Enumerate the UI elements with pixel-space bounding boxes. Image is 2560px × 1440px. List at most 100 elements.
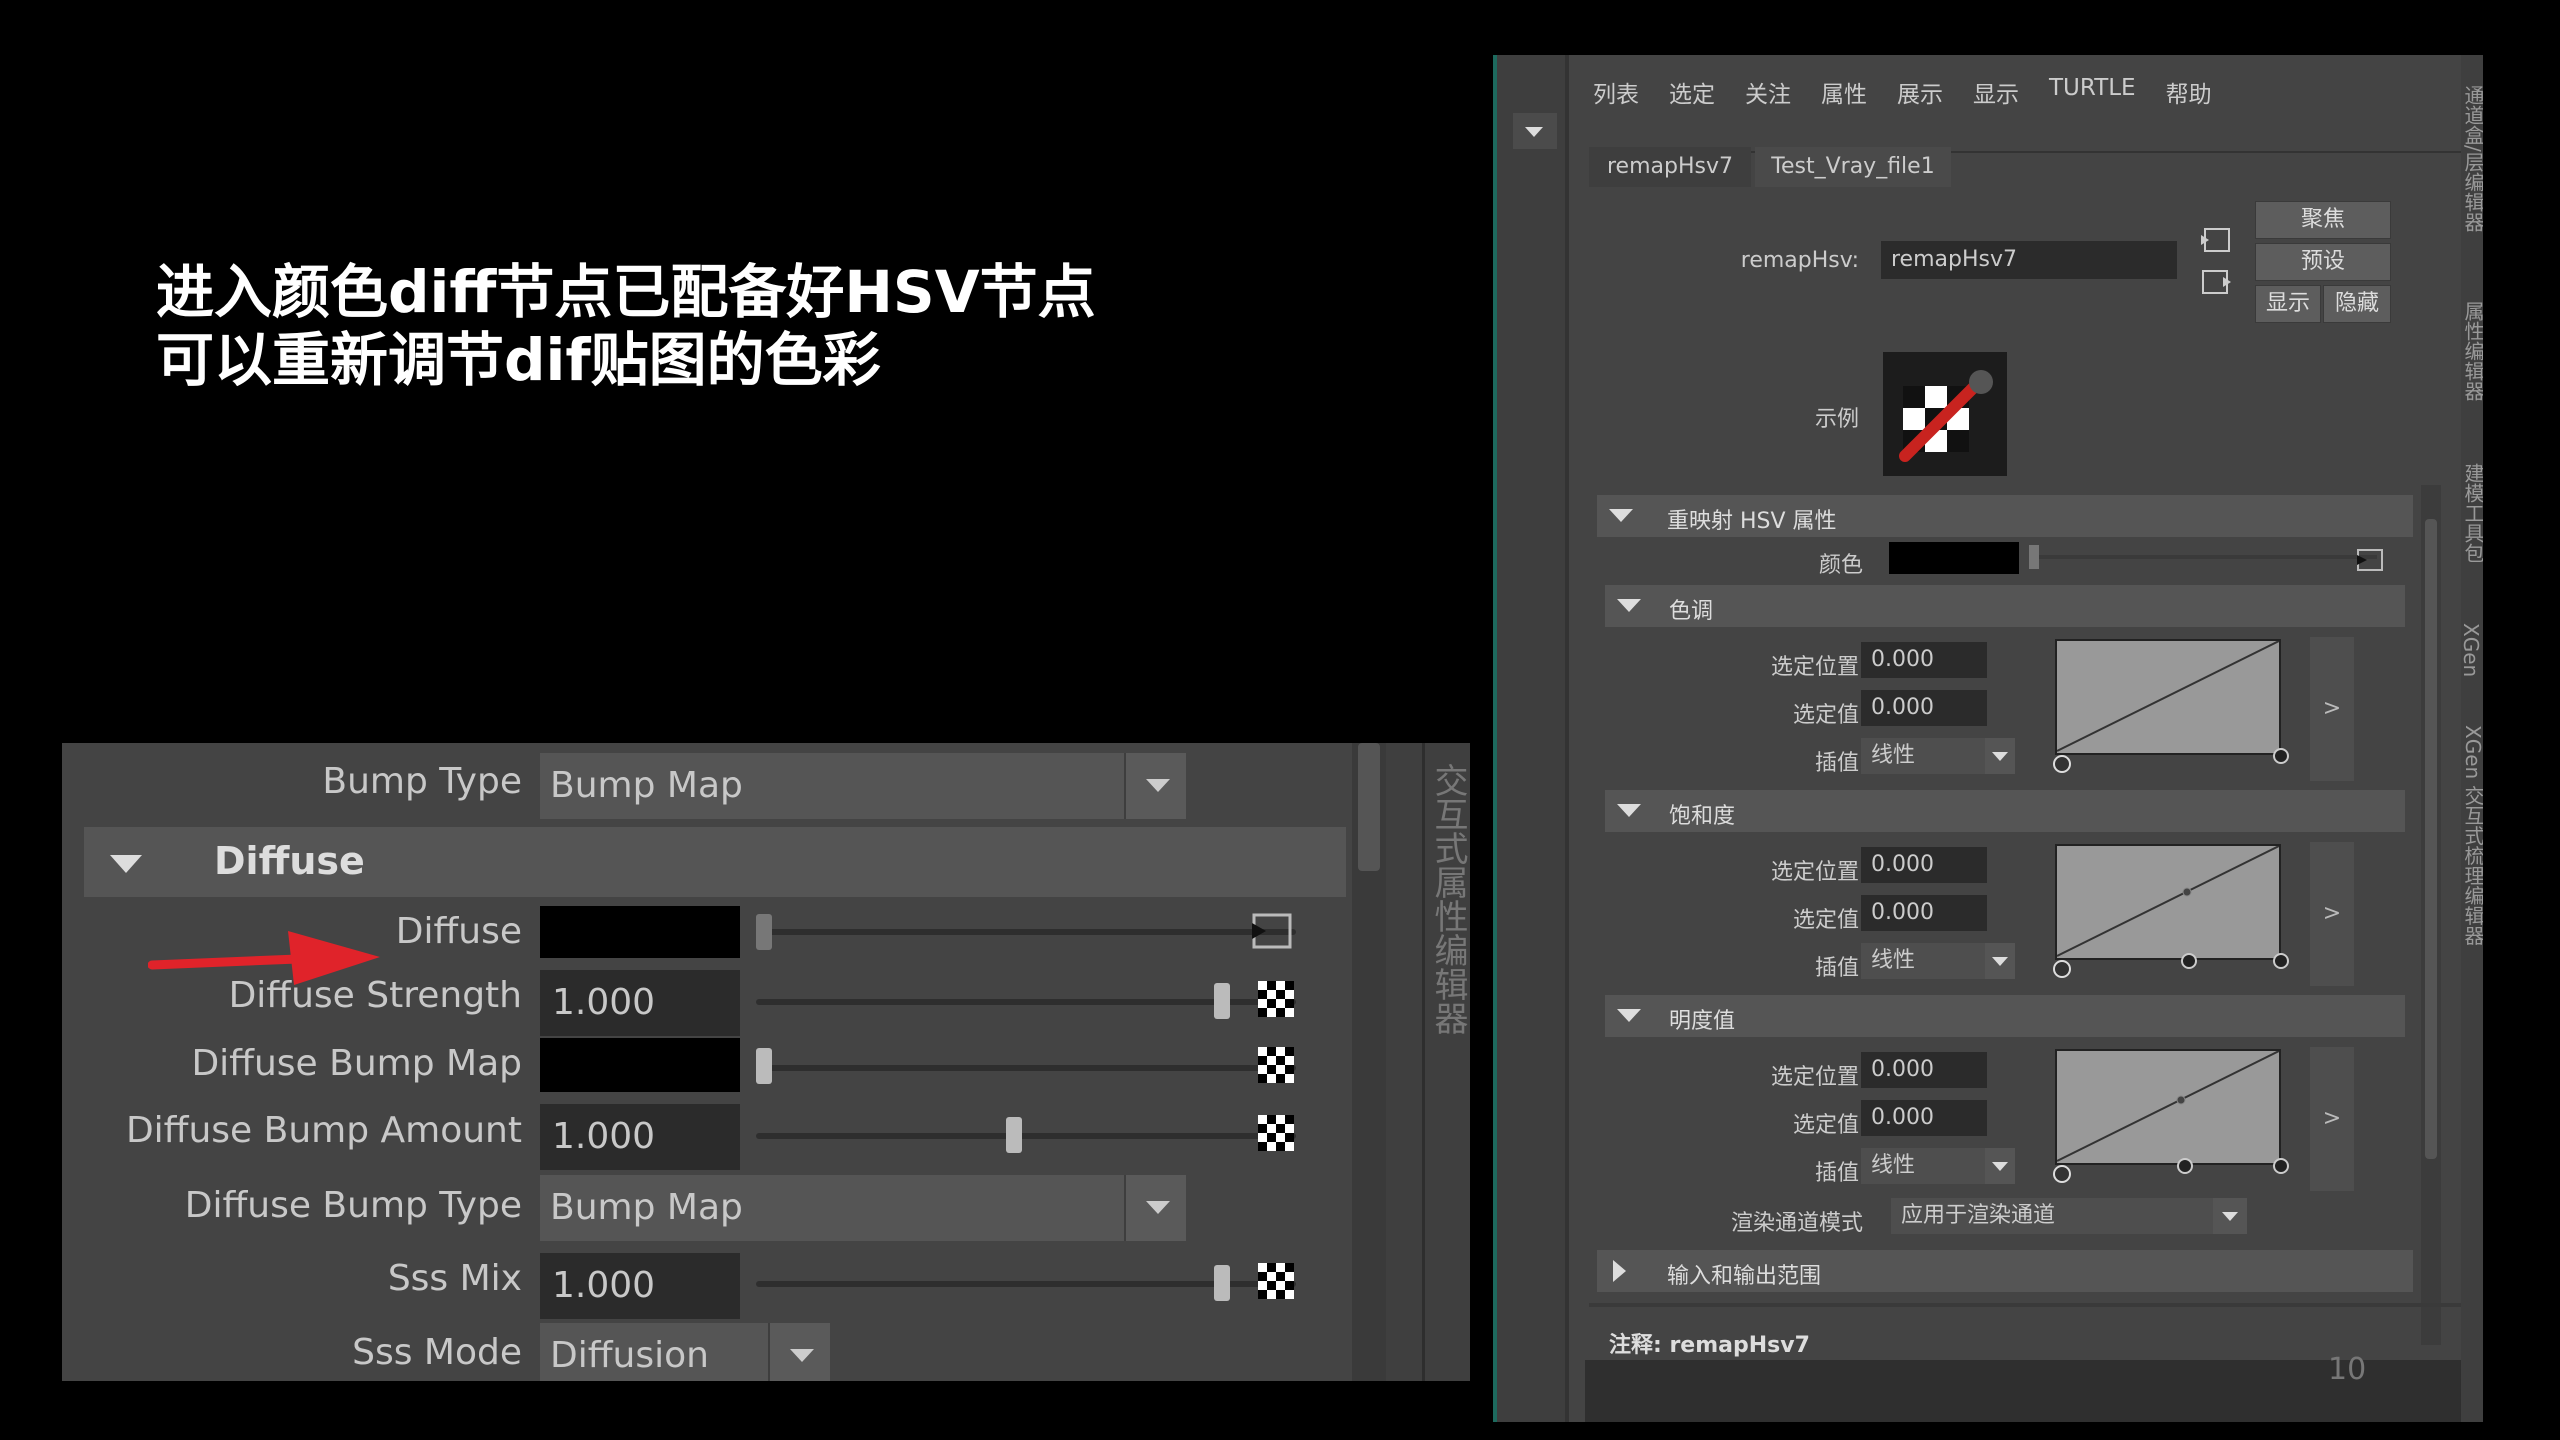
menu-attributes[interactable]: 属性 (1821, 75, 1867, 109)
hue-selected-position-input[interactable]: 0.000 (1861, 642, 1987, 678)
diffuse-slider-thumb[interactable] (756, 914, 772, 950)
caption-line-1: 进入颜色diff节点已配备好HSV节点 (156, 258, 1096, 326)
hue-expand-button[interactable]: > (2310, 637, 2354, 781)
scrollbar-thumb[interactable] (2425, 519, 2437, 1159)
tab-xgen[interactable]: XGen (2459, 623, 2483, 677)
collapse-triangle-icon (1609, 509, 1633, 522)
ramp-point[interactable] (2273, 953, 2289, 969)
diffuse-bump-type-value: Bump Map (550, 1187, 743, 1228)
side-tab-attribute-editor[interactable]: 交互式属性编辑器 (1424, 763, 1470, 1035)
ramp-point[interactable] (2053, 1165, 2071, 1183)
checker-map-icon[interactable] (1258, 1047, 1294, 1083)
menu-display[interactable]: 显示 (1973, 75, 2019, 109)
diffuse-strength-input[interactable]: 1.000 (540, 970, 740, 1036)
value-interpolation-dropdown[interactable]: 线性 (1861, 1148, 2015, 1184)
checker-map-icon[interactable] (1258, 1115, 1294, 1151)
scrollbar[interactable] (2421, 485, 2441, 1345)
menu-turtle[interactable]: TURTLE (2049, 75, 2136, 109)
menu-select[interactable]: 选定 (1669, 75, 1715, 109)
saturation-interpolation-dropdown[interactable]: 线性 (1861, 943, 2015, 979)
hue-interpolation-label: 插值 (1814, 751, 1859, 776)
io-range-section-title: 输入和输出范围 (1667, 1264, 1822, 1289)
hide-button[interactable]: 隐藏 (2323, 285, 2391, 323)
saturation-ramp-graph[interactable] (2055, 844, 2281, 960)
map-connect-icon[interactable] (1250, 911, 1294, 951)
diffuse-bump-map-slider-track[interactable] (756, 1065, 1296, 1071)
hue-selected-value-input[interactable]: 0.000 (1861, 690, 1987, 726)
tab-channel-box[interactable]: 通道盒/层编辑器 (2459, 85, 2483, 232)
diffuse-bump-amount-slider-thumb[interactable] (1006, 1117, 1022, 1153)
viewport-edge (1493, 55, 1497, 1422)
value-selected-position-label: 选定位置 (1770, 1065, 1859, 1090)
ramp-point[interactable] (2177, 1158, 2193, 1174)
sss-mode-dropdown[interactable]: Diffusion (540, 1323, 830, 1381)
diffuse-bump-amount-slider-track[interactable] (756, 1133, 1296, 1139)
saturation-selected-value-input[interactable]: 0.000 (1861, 895, 1987, 931)
chevron-down-icon (1124, 1175, 1186, 1241)
render-channel-mode-dropdown[interactable]: 应用于渲染通道 (1891, 1198, 2247, 1234)
diffuse-color-swatch[interactable] (540, 906, 740, 958)
ramp-point[interactable] (2181, 953, 2197, 969)
scrollbar-thumb[interactable] (1358, 743, 1380, 871)
menu-show[interactable]: 展示 (1897, 75, 1943, 109)
tab-remaphsv7[interactable]: remapHsv7 (1589, 147, 1751, 187)
sss-mix-input[interactable]: 1.000 (540, 1253, 740, 1319)
color-slider-thumb[interactable] (2029, 545, 2039, 569)
saturation-selected-position-input[interactable]: 0.000 (1861, 847, 1987, 883)
hue-interpolation-dropdown[interactable]: 线性 (1861, 738, 2015, 774)
preset-button[interactable]: 预设 (2255, 243, 2391, 281)
checker-map-icon[interactable] (1258, 981, 1294, 1017)
value-ramp-graph[interactable] (2055, 1049, 2281, 1165)
value-selected-value-input[interactable]: 0.000 (1861, 1100, 1987, 1136)
diffuse-bump-amount-input[interactable]: 1.000 (540, 1104, 740, 1170)
scrollbar[interactable] (1352, 743, 1386, 1381)
page-number: 10 (2328, 1352, 2367, 1387)
hue-group-header[interactable]: 色调 (1605, 585, 2405, 627)
menu-help[interactable]: 帮助 (2166, 75, 2212, 109)
value-group-header[interactable]: 明度值 (1605, 995, 2405, 1037)
ramp-point[interactable] (2053, 755, 2071, 773)
tab-xgen-interactive-groom[interactable]: XGen 交互式梳理编辑器 (2459, 725, 2483, 946)
swatch-preview (1883, 352, 2007, 476)
value-selected-position-input[interactable]: 0.000 (1861, 1052, 1987, 1088)
checker-map-icon[interactable] (1258, 1263, 1294, 1299)
show-button[interactable]: 显示 (2255, 285, 2321, 323)
tab-test-vray-file1[interactable]: Test_Vray_file1 (1755, 147, 1951, 187)
saturation-expand-button[interactable]: > (2310, 842, 2354, 986)
diffuse-bump-type-dropdown[interactable]: Bump Map (540, 1175, 1186, 1241)
color-label: 颜色 (1818, 553, 1863, 578)
remap-hsv-section-header[interactable]: 重映射 HSV 属性 (1597, 495, 2413, 537)
node-name-input[interactable]: remapHsv7 (1881, 241, 2177, 279)
value-expand-button[interactable]: > (2310, 1047, 2354, 1191)
io-range-section-header[interactable]: 输入和输出范围 (1597, 1250, 2413, 1292)
sss-mode-value: Diffusion (550, 1335, 709, 1376)
input-connection-icon[interactable] (2199, 225, 2233, 255)
menu-list[interactable]: 列表 (1593, 75, 1639, 109)
bump-type-dropdown[interactable]: Bump Map (540, 753, 1186, 819)
outliner-dropdown[interactable] (1513, 113, 1557, 149)
hue-ramp-graph[interactable] (2055, 639, 2281, 755)
ramp-point[interactable] (2053, 960, 2071, 978)
diffuse-section-header[interactable]: Diffuse (84, 827, 1346, 897)
tab-attribute-editor[interactable]: 属性编辑器 (2459, 301, 2483, 401)
diffuse-strength-slider-thumb[interactable] (1214, 983, 1230, 1019)
value-interpolation-value: 线性 (1871, 1153, 1916, 1178)
sss-mix-slider-thumb[interactable] (1214, 1265, 1230, 1301)
dropdown-button (1985, 1148, 2015, 1184)
map-connect-icon[interactable] (2355, 547, 2385, 573)
saturation-group-header[interactable]: 饱和度 (1605, 790, 2405, 832)
chevron-down-icon (1124, 753, 1186, 819)
tab-modeling-toolkit[interactable]: 建模工具包 (2459, 463, 2483, 563)
diffuse-slider-track[interactable] (756, 929, 1296, 935)
color-swatch[interactable] (1889, 542, 2019, 574)
ramp-point[interactable] (2273, 748, 2289, 764)
notes-label: 注释: remapHsv7 (1609, 1333, 1810, 1358)
diffuse-bump-map-swatch[interactable] (540, 1038, 740, 1092)
output-connection-icon[interactable] (2199, 267, 2233, 297)
collapse-triangle-icon (1617, 1009, 1641, 1022)
ramp-point[interactable] (2273, 1158, 2289, 1174)
diffuse-bump-map-slider-thumb[interactable] (756, 1048, 772, 1084)
color-slider-track[interactable] (2031, 555, 2377, 559)
menu-focus[interactable]: 关注 (1745, 75, 1791, 109)
focus-button[interactable]: 聚焦 (2255, 201, 2391, 239)
